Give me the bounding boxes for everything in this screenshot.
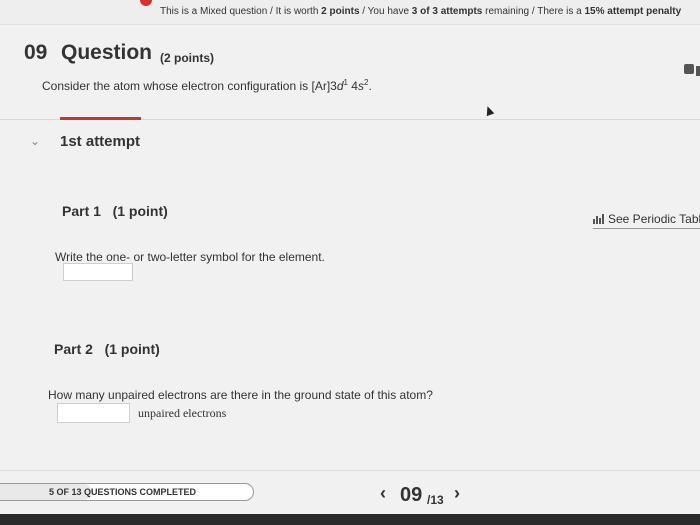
part1-title: Part 1 (1 point) [62,203,168,219]
print-icon[interactable] [684,64,694,74]
question-heading: Question [61,41,153,64]
footer-divider [0,470,700,471]
next-question-button[interactable]: › [454,483,460,504]
periodic-table-label: See Periodic Table [608,212,700,226]
periodic-table-icon [593,214,605,224]
question-prompt: Consider the atom whose electron configu… [42,78,372,93]
periodic-table-link[interactable]: See Periodic Table [593,212,700,229]
menu-icon[interactable] [696,66,700,76]
unpaired-electrons-input[interactable] [57,403,130,423]
alert-icon [140,0,152,6]
current-question-number: 09 [400,484,423,506]
top-info-bar: This is a Mixed question / It is worth 2… [0,0,700,25]
attempt-tab[interactable]: 1st attempt [60,133,140,150]
total-questions: /13 [427,493,444,507]
progress-bar: 5 OF 13 QUESTIONS COMPLETED [0,483,254,501]
question-info: This is a Mixed question / It is worth 2… [160,6,682,17]
progress-label: 5 OF 13 QUESTIONS COMPLETED [49,487,197,497]
part2-question: How many unpaired electrons are there in… [48,388,433,402]
element-symbol-input[interactable] [63,263,133,281]
part2-title: Part 2 (1 point) [54,341,160,357]
question-number: 09 [24,41,48,64]
screen-bezel [0,514,700,525]
mouse-cursor-icon [483,104,495,117]
part1-question: Write the one- or two-letter symbol for … [55,250,325,264]
chevron-down-icon[interactable]: ⌄ [30,134,40,148]
active-tab-indicator [60,117,141,120]
question-points: (2 points) [160,51,214,65]
previous-question-button[interactable]: ‹ [380,483,386,504]
unit-label: unpaired electrons [138,406,227,420]
